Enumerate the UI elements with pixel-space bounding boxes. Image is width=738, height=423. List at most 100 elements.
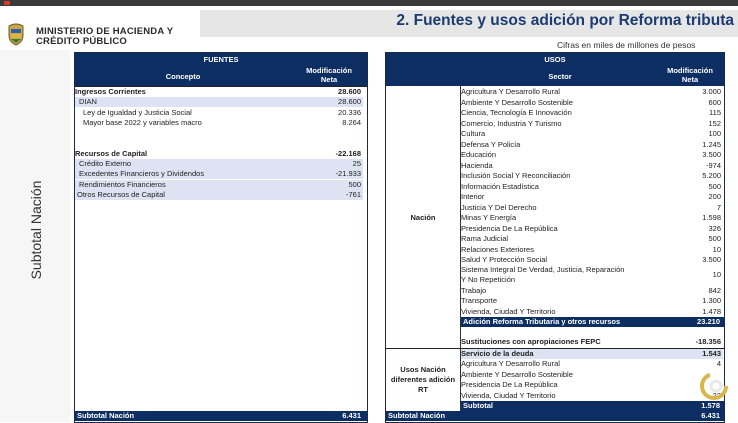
sistema-value: 10 [712, 270, 721, 279]
fuentes-label: Crédito Externo [79, 159, 132, 169]
nacion-sector-label: Minas Y Energía [461, 213, 517, 222]
fuentes-label: Ley de Igualdad y Justicia Social [83, 107, 192, 117]
fuentes-rule [75, 86, 367, 87]
fuentes-value: -761 [345, 190, 361, 199]
fuentes-value: 25 [352, 159, 361, 169]
fuentes-col-mod-line1: Modificación [306, 66, 352, 75]
nacion-sector-value: 3.000 [702, 87, 721, 96]
nacion-sector-value: 3.500 [702, 150, 721, 159]
nacion-sector-label: Cultura [461, 129, 486, 138]
nacion-sector-value: 200 [708, 192, 721, 201]
sustituciones-value: -18.356 [695, 337, 721, 346]
nacion-sector-value: -974 [705, 160, 721, 170]
fuentes-row: Otros Recursos de Capital -761 [75, 190, 363, 200]
fuentes-row: DIAN 28.600 [75, 97, 363, 108]
fuentes-label: Ingresos Corrientes [75, 87, 146, 96]
fuentes-header: FUENTES Concepto Modificación Neta [75, 53, 367, 86]
group-nacion-cell: Nación [386, 86, 461, 348]
nacion-sector-label: Agricultura Y Desarrollo Rural [461, 87, 560, 96]
usos-other-sector-label: Ambiente Y Desarrollo Sostenible [461, 369, 573, 379]
nacion-sector-label: Educación [461, 150, 497, 159]
nacion-sector-row: Salud Y Protección Social 3.500 [461, 255, 723, 265]
nacion-sector-label: Ciencia, Tecnología E Innovación [461, 108, 572, 117]
fuentes-label: Otros Recursos de Capital [77, 190, 165, 199]
nacion-sector-row: Comercio, Industria Y Turismo 152 [461, 119, 723, 129]
nacion-sector-label: Salud Y Protección Social [461, 255, 548, 264]
fuentes-label: DIAN [79, 97, 97, 107]
usos-other-sector-row: Presidencia De La República [461, 380, 723, 390]
nacion-sector-value: 5.200 [702, 171, 721, 180]
subtotal-value: 1.578 [701, 401, 720, 410]
usos-table: USOS Sector Modificación Neta Nación Agr… [385, 52, 725, 423]
nacion-sector-label: Interior [461, 192, 485, 201]
nacion-sector-value: 500 [708, 181, 721, 191]
nacion-sector-label: Comercio, Industria Y Turismo [461, 118, 562, 128]
adicion-label: Adición Reforma Tributaria y otros recur… [463, 317, 621, 326]
fuentes-value: 500 [348, 179, 361, 189]
subtotal-label: Subtotal [463, 401, 493, 410]
nacion-sector-row: Interior 200 [461, 192, 723, 202]
nacion-sector-value: 1.300 [702, 296, 721, 306]
nacion-sector-label: Trabajo [461, 286, 487, 295]
fuentes-row [75, 128, 363, 138]
nacion-sector-label: Transporte [461, 296, 497, 306]
group-usos-line1: Usos Nación [400, 365, 446, 374]
fuentes-row [75, 139, 363, 149]
group-usos-cell: Usos Nación diferentes adición RT [386, 349, 461, 411]
fuentes-footer-label: Subtotal Nación [77, 411, 135, 420]
nacion-sector-row: Cultura 100 [461, 129, 723, 139]
usos-col-sector: Sector [548, 72, 572, 81]
fuentes-table: FUENTES Concepto Modificación Neta Ingre… [74, 52, 368, 423]
fuentes-value: -21.933 [335, 169, 361, 179]
nacion-sector-value: 7 [716, 202, 721, 212]
usos-other-sector-row: Agricultura Y Desarrollo Rural 4 [461, 359, 723, 369]
nacion-sector-value: 600 [708, 97, 721, 107]
group-usos-line3: RT [418, 385, 428, 394]
usos-footer-value: 6.431 [701, 411, 720, 420]
nacion-sector-row: Presidencia De La República 326 [461, 224, 723, 234]
group-nacion-label: Nación [410, 212, 436, 222]
ministry-name: MINISTERIO DE HACIENDA Y CRÉDITO PÚBLICO [36, 27, 173, 47]
nacion-sector-value: 10 [712, 244, 721, 254]
fuentes-row: Ingresos Corrientes 28.600 [75, 87, 363, 97]
sistema-label-line1: Sistema Integral De Verdad, Justicia, Re… [461, 265, 625, 274]
usos-other-sector-label: Agricultura Y Desarrollo Rural [461, 359, 560, 368]
fuentes-value: 28.600 [338, 97, 361, 107]
fuentes-value: 8.264 [342, 117, 361, 127]
sustituciones-row: Sustituciones con apropiaciones FEPC -18… [461, 337, 723, 347]
nacion-sector-value: 100 [708, 129, 721, 138]
nacion-sector-label: Justicia Y Del Derecho [461, 202, 537, 212]
nacion-sector-value: 1.245 [702, 139, 721, 149]
usos-footer: Subtotal Nación 6.431 [386, 411, 724, 421]
nacion-sector-row: Relaciones Exteriores 10 [461, 245, 723, 255]
record-indicator-icon [4, 1, 10, 5]
fuentes-value: -22.168 [335, 148, 361, 158]
sistema-label-line2: Y No Repetición [461, 275, 516, 284]
fuentes-row: Excedentes Financieros y Dividendos -21.9… [75, 169, 363, 180]
usos-col-mod-line2: Neta [681, 75, 699, 84]
nacion-sector-row: Ambiente Y Desarrollo Sostenible 600 [461, 98, 723, 108]
sustituciones-label: Sustituciones con apropiaciones FEPC [461, 337, 601, 346]
nacion-sector-value: 500 [708, 234, 721, 243]
adicion-value: 23.210 [697, 317, 720, 326]
fuentes-row: Rendimientos Financieros 500 [75, 179, 363, 190]
fuentes-row: Recursos de Capital -22.168 [75, 149, 363, 159]
servicio-label: Servicio de la deuda [461, 349, 534, 358]
usos-other-sector-label: Presidencia De La República [461, 380, 558, 389]
nacion-sector-value: 326 [708, 223, 721, 233]
usos-header: USOS Sector Modificación Neta [386, 53, 724, 86]
usos-other-sector-row: Ambiente Y Desarrollo Sostenible [461, 370, 723, 380]
nacion-sector-row: Ciencia, Tecnología E Innovación 115 [461, 108, 723, 118]
nacion-sector-label: Relaciones Exteriores [461, 244, 534, 254]
channel-logo-icon [700, 372, 728, 400]
fuentes-value: 20.336 [338, 107, 361, 117]
fuentes-label: Recursos de Capital [75, 148, 148, 158]
nacion-sector-row: Defensa Y Policía 1.245 [461, 140, 723, 150]
nacion-sector-row: Educación 3.500 [461, 150, 723, 160]
usos-other-sector-label: Vivienda, Ciudad Y Territorio [461, 390, 556, 400]
nacion-sector-label: Presidencia De La República [461, 223, 558, 233]
page-title: 2. Fuentes y usos adición por Reforma tr… [396, 12, 734, 29]
fuentes-label: Rendimientos Financieros [79, 179, 166, 189]
fuentes-value: 28.600 [338, 87, 361, 96]
fuentes-footer: Subtotal Nación 6.431 [75, 411, 367, 421]
